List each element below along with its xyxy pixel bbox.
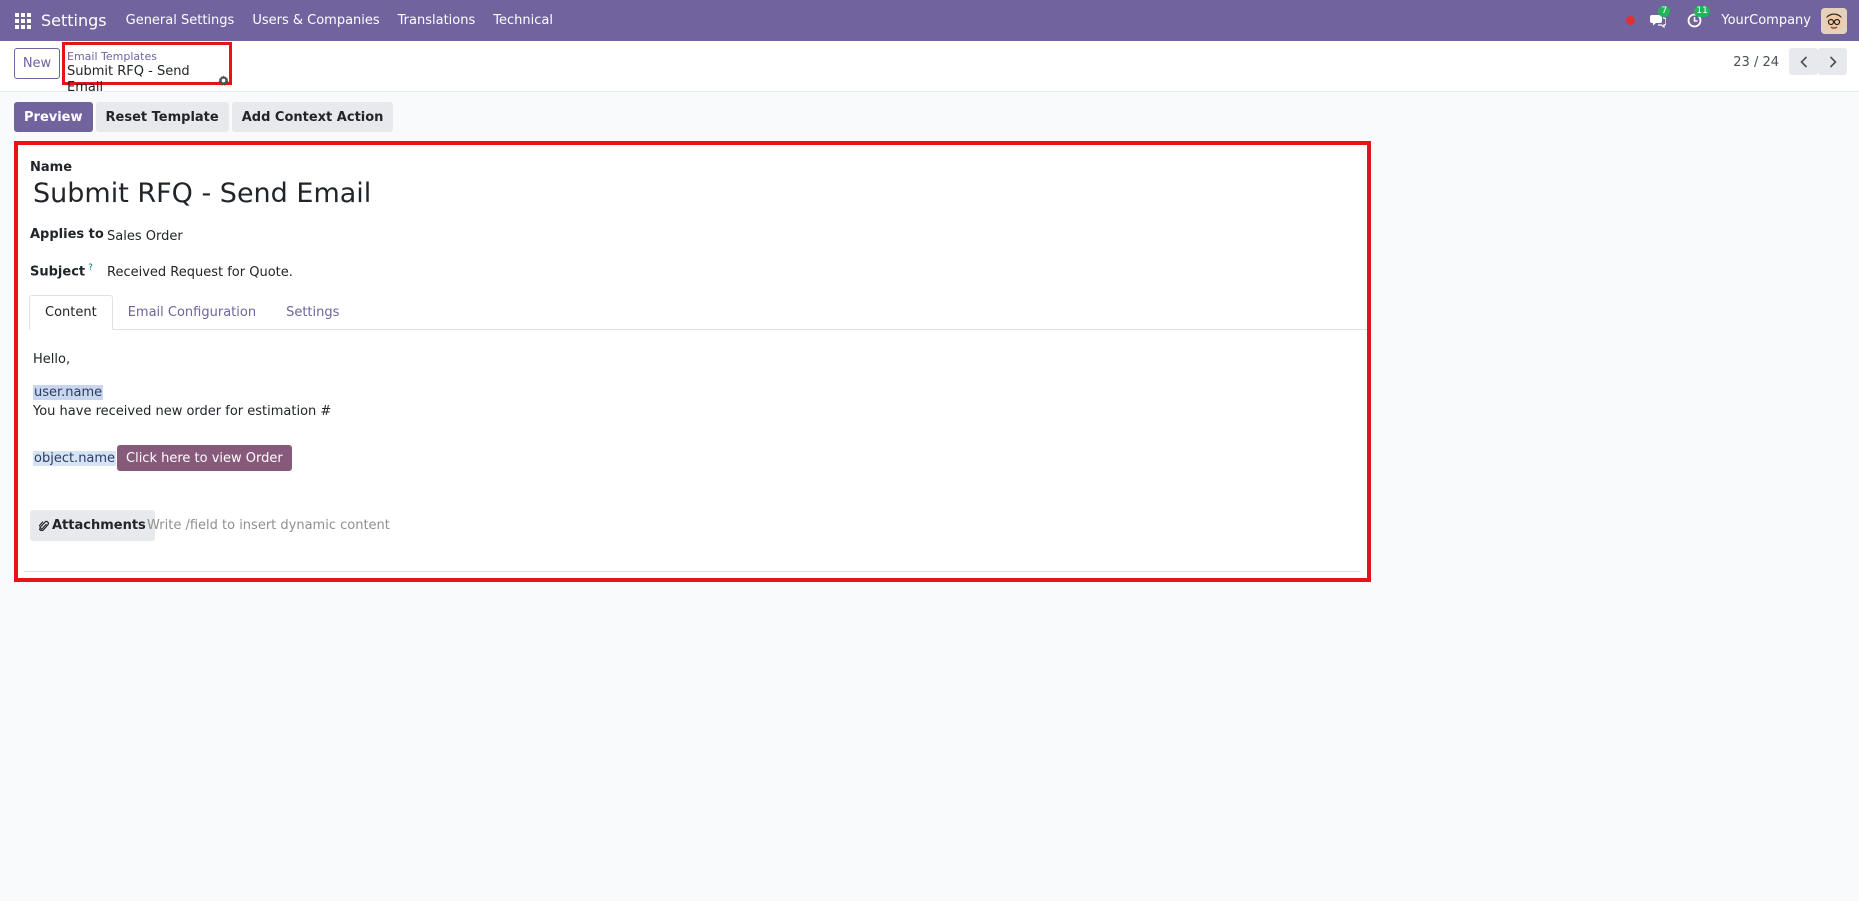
recording-indicator-icon[interactable]	[1626, 16, 1636, 25]
top-navbar: Settings General Settings Users & Compan…	[0, 0, 1859, 41]
subject-label: Subject?	[30, 263, 93, 279]
tab-email-configuration[interactable]: Email Configuration	[113, 295, 271, 330]
user-name-placeholder[interactable]: user.name	[33, 385, 104, 400]
attachments-label: Attachments	[52, 518, 146, 533]
name-label: Name	[30, 160, 73, 175]
breadcrumb-email-templates[interactable]: Email Templates	[67, 50, 229, 63]
dynamic-content-placeholder[interactable]: Write /field to insert dynamic content	[147, 518, 390, 533]
menu-users-companies[interactable]: Users & Companies	[252, 13, 379, 28]
menu-general-settings[interactable]: General Settings	[126, 13, 235, 28]
control-panel: New Email Templates Submit RFQ - Send Em…	[0, 41, 1859, 95]
breadcrumb-current-label: Submit RFQ - Send Email	[67, 64, 190, 95]
add-context-action-button[interactable]: Add Context Action	[231, 102, 394, 132]
attachments-button[interactable]: Attachments	[30, 510, 155, 541]
sheet-divider	[24, 571, 1361, 572]
paperclip-icon	[39, 520, 49, 531]
applies-to-label: Applies to	[30, 227, 104, 242]
form-action-buttons: Preview Reset Template Add Context Actio…	[14, 102, 394, 132]
breadcrumb: Email Templates Submit RFQ - Send Email	[62, 42, 232, 95]
form-sheet: Name Submit RFQ - Send Email Applies to …	[14, 141, 1371, 582]
app-name[interactable]: Settings	[41, 11, 107, 30]
apps-menu-icon[interactable]	[15, 12, 31, 29]
notebook-tabs: Content Email Configuration Settings	[29, 295, 1367, 330]
template-name-field[interactable]: Submit RFQ - Send Email	[33, 178, 371, 209]
chevron-right-icon	[1829, 55, 1837, 68]
user-avatar[interactable]	[1821, 7, 1847, 34]
body-greeting[interactable]: Hello,	[33, 352, 70, 367]
menu-translations[interactable]: Translations	[398, 13, 476, 28]
tab-content[interactable]: Content	[29, 295, 113, 330]
breadcrumb-current-record: Submit RFQ - Send Email	[67, 64, 229, 96]
chevron-left-icon	[1799, 55, 1807, 68]
menu-technical[interactable]: Technical	[493, 13, 553, 28]
activities-clock-icon[interactable]: 11	[1685, 5, 1710, 30]
body-order-line[interactable]: You have received new order for estimati…	[33, 404, 331, 419]
gear-icon[interactable]	[218, 74, 229, 86]
preview-button[interactable]: Preview	[14, 102, 93, 132]
new-button[interactable]: New	[14, 48, 60, 79]
company-switcher[interactable]: YourCompany	[1721, 13, 1811, 28]
object-name-placeholder[interactable]: object.name	[33, 451, 117, 466]
pager-next-button[interactable]	[1818, 48, 1847, 75]
pager-value[interactable]: 23 / 24	[1733, 55, 1779, 70]
view-order-button[interactable]: Click here to view Order	[117, 445, 292, 471]
reset-template-button[interactable]: Reset Template	[95, 102, 229, 132]
messages-badge: 7	[1658, 5, 1671, 17]
subject-field[interactable]: Received Request for Quote.	[107, 265, 293, 280]
subject-help-icon[interactable]: ?	[88, 263, 93, 273]
subject-label-text: Subject	[30, 264, 86, 280]
applies-to-field[interactable]: Sales Order	[107, 229, 183, 244]
messages-icon[interactable]: 7	[1649, 5, 1671, 30]
activities-badge: 11	[1694, 5, 1710, 17]
systray: 7 11 YourCompany	[1626, 0, 1859, 41]
pager-previous-button[interactable]	[1789, 48, 1818, 75]
tab-settings[interactable]: Settings	[271, 295, 354, 330]
